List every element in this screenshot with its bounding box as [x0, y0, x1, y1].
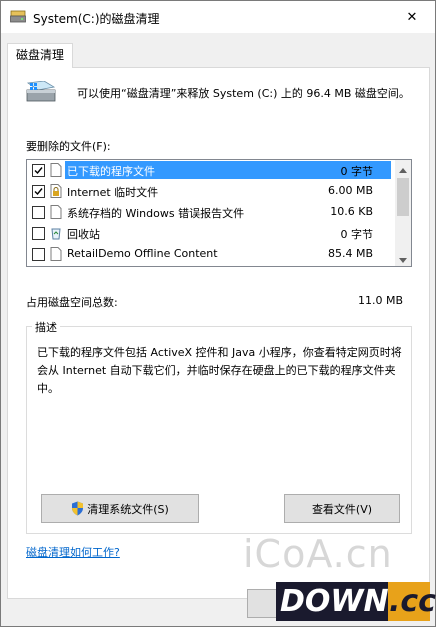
list-item[interactable]: 已下载的程序文件 0 字节 — [27, 160, 395, 181]
close-icon: ✕ — [406, 9, 418, 25]
list-item[interactable]: 系统存档的 Windows 错误报告文件 10.6 KB — [27, 202, 395, 223]
blank-file-icon — [50, 247, 62, 264]
scroll-up-icon[interactable] — [399, 163, 407, 176]
watermark-logo-main: DOWN — [280, 584, 389, 619]
checkbox[interactable] — [32, 206, 45, 219]
lock-file-icon — [50, 184, 62, 201]
item-name: Internet 临时文件 — [67, 186, 159, 199]
clean-system-files-label: 清理系统文件(S) — [87, 502, 169, 516]
list-item[interactable]: 回收站 0 字节 — [27, 223, 395, 244]
scroll-thumb[interactable] — [397, 178, 409, 216]
clean-system-files-button[interactable]: 清理系统文件(S) — [41, 494, 199, 523]
list-scrollbar[interactable] — [395, 160, 411, 266]
view-files-button[interactable]: 查看文件(V) — [284, 494, 400, 523]
recycle-bin-icon — [50, 226, 62, 243]
total-space-label: 占用磁盘空间总数: — [26, 296, 118, 309]
total-space-value: 11.0 MB — [357, 294, 403, 307]
uac-shield-icon — [71, 501, 84, 516]
item-size: 0 字节 — [340, 165, 374, 178]
description-text: 已下载的程序文件包括 ActiveX 控件和 Java 小程序，你查看特定网页时… — [37, 346, 402, 395]
item-name: RetailDemo Offline Content — [67, 247, 218, 260]
checkbox[interactable] — [32, 227, 45, 240]
checkbox[interactable] — [32, 248, 45, 261]
watermark-logo-suffix: .cc — [389, 584, 436, 619]
tab-disk-cleanup[interactable]: 磁盘清理 — [7, 43, 73, 68]
view-files-label: 查看文件(V) — [311, 502, 373, 516]
list-item[interactable]: RetailDemo Offline Content 85.4 MB — [27, 244, 395, 265]
description-legend: 描述 — [32, 319, 60, 335]
drive-icon — [24, 80, 58, 110]
checkbox[interactable] — [32, 164, 45, 177]
files-list[interactable]: 已下载的程序文件 0 字节 Internet 临时文件 6.00 MB 系统存档… — [26, 159, 412, 267]
item-name: 已下载的程序文件 — [67, 165, 155, 178]
item-size: 10.6 KB — [330, 205, 373, 218]
watermark-text: iCoA.cn — [243, 532, 393, 576]
item-size: 6.00 MB — [327, 184, 373, 197]
item-size: 85.4 MB — [327, 247, 373, 260]
files-to-delete-label: 要删除的文件(F): — [26, 140, 111, 153]
close-button[interactable]: ✕ — [389, 1, 435, 33]
list-item[interactable]: Internet 临时文件 6.00 MB — [27, 181, 395, 202]
item-name: 回收站 — [67, 228, 100, 241]
checkbox[interactable] — [32, 185, 45, 198]
window-title: System(C:)的磁盘清理 — [33, 12, 160, 26]
title-bar: System(C:)的磁盘清理 ✕ — [1, 1, 435, 33]
blank-file-icon — [50, 205, 62, 222]
item-name: 系统存档的 Windows 错误报告文件 — [67, 207, 245, 220]
blank-file-icon — [50, 163, 62, 180]
help-link[interactable]: 磁盘清理如何工作? — [26, 544, 120, 560]
item-size: 0 字节 — [340, 228, 374, 241]
scroll-down-icon[interactable] — [399, 254, 407, 266]
intro-text: 可以使用“磁盘清理”来释放 System (C:) 上的 96.4 MB 磁盘空… — [77, 87, 410, 100]
disk-cleanup-app-icon — [10, 10, 26, 27]
watermark-logo: DOWN .cc — [276, 582, 436, 621]
